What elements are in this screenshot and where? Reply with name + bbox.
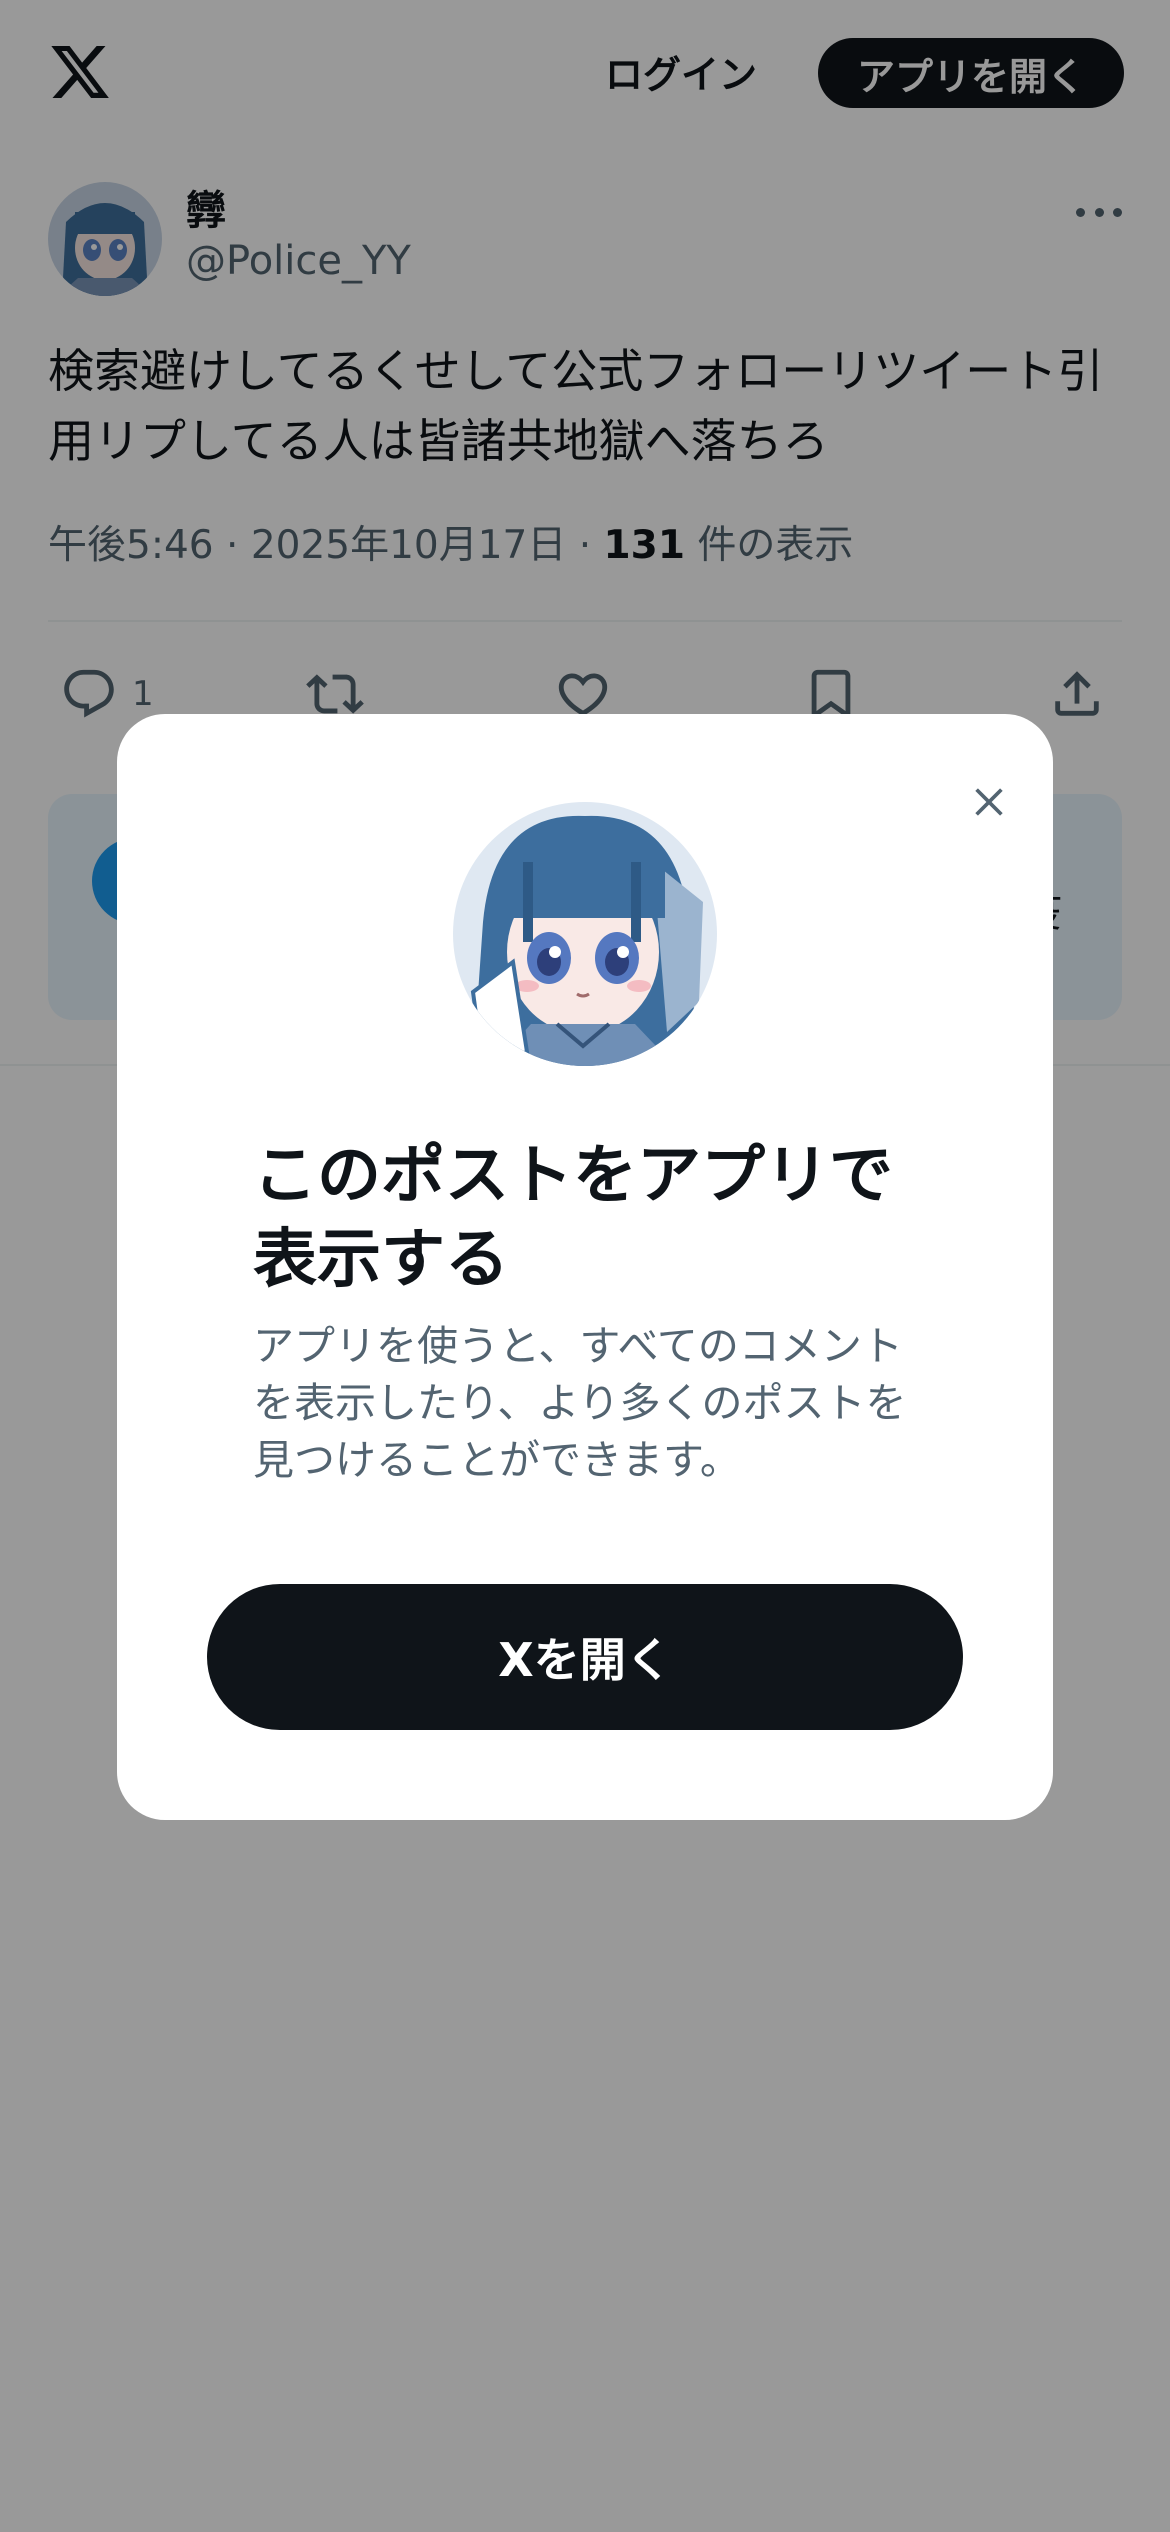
dialog-description: アプリを使うと、すべてのコメントを表示したり、より多くのポストを見つけることがで…: [253, 1322, 907, 1484]
close-icon: [975, 788, 1003, 816]
dialog-title: このポストをアプリで表示する: [253, 1139, 893, 1297]
open-in-app-dialog: このポストをアプリで表示する アプリを使うと、すべてのコメントを表示したり、より…: [117, 714, 1053, 1820]
open-x-button[interactable]: Xを開く: [207, 1584, 963, 1730]
close-button[interactable]: [941, 754, 1037, 850]
profile-avatar: [453, 802, 717, 1066]
